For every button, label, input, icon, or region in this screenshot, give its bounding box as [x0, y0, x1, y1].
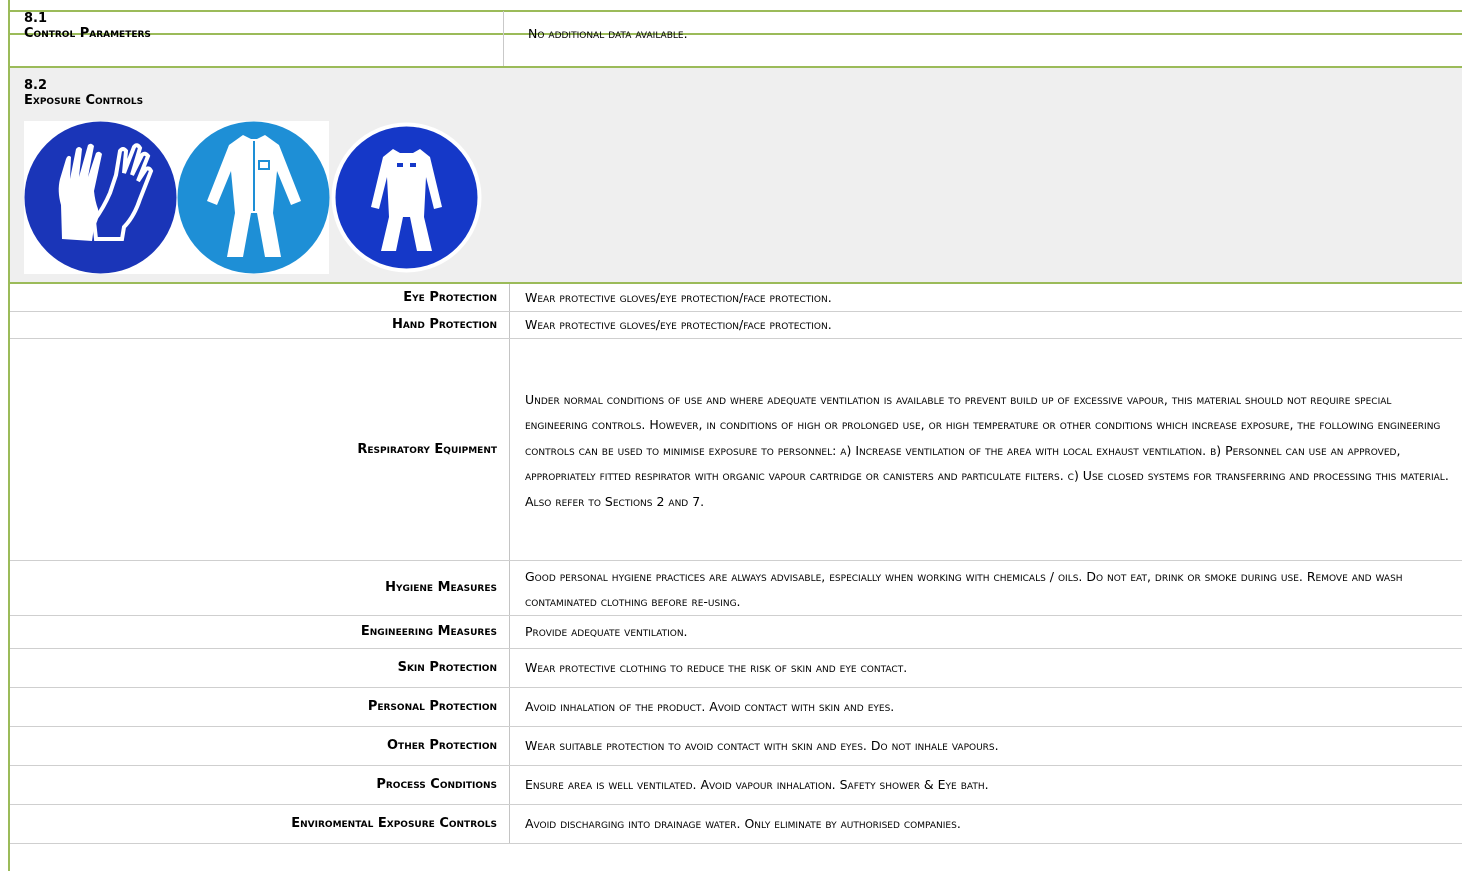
row-value: Avoid inhalation of the product. Avoid c…: [509, 687, 1462, 727]
table-row: Skin Protection Wear protective clothing…: [10, 648, 1462, 688]
table-row: Process Conditions Ensure area is well v…: [10, 765, 1462, 805]
row-label: Engineering Measures: [10, 615, 510, 649]
ppe-pictograms: [24, 121, 482, 274]
table-row: Other Protection Wear suitable protectio…: [10, 726, 1462, 766]
section-81-value: No additional data available.: [528, 26, 688, 41]
table-row: Hygiene Measures Good personal hygiene p…: [10, 560, 1462, 616]
row-value: Wear protective gloves/eye protection/fa…: [509, 311, 1462, 339]
exposure-controls-table: Eye Protection Wear protective gloves/ey…: [10, 284, 1462, 844]
row-value: Wear suitable protection to avoid contac…: [509, 726, 1462, 766]
section-82-header: 8.2 Exposure Controls: [24, 78, 143, 108]
table-row: Eye Protection Wear protective gloves/ey…: [10, 284, 1462, 312]
section-82-number: 8.2: [24, 78, 48, 93]
row-label: Hand Protection: [10, 311, 510, 339]
section-81-rule: [8, 33, 1462, 35]
row-label: Other Protection: [10, 726, 510, 766]
row-label: Enviromental Exposure Controls: [10, 804, 510, 844]
row-value: Ensure area is well ventilated. Avoid va…: [509, 765, 1462, 805]
table-row: Personal Protection Avoid inhalation of …: [10, 687, 1462, 727]
section-81-number: 8.1: [24, 11, 48, 26]
section-82-panel: 8.2 Exposure Controls: [10, 68, 1462, 282]
row-value: Wear protective gloves/eye protection/fa…: [509, 284, 1462, 312]
row-value: Provide adequate ventilation.: [509, 615, 1462, 649]
row-value: Under normal conditions of use and where…: [509, 338, 1462, 561]
protective-suit-icon: [331, 122, 482, 273]
row-value: Avoid discharging into drainage water. O…: [509, 804, 1462, 844]
row-value: Wear protective clothing to reduce the r…: [509, 648, 1462, 688]
row-label: Respiratory Equipment: [10, 338, 510, 561]
row-label: Process Conditions: [10, 765, 510, 805]
table-row: Enviromental Exposure Controls Avoid dis…: [10, 804, 1462, 844]
row-label: Skin Protection: [10, 648, 510, 688]
row-label: Eye Protection: [10, 284, 510, 312]
section-81-header: 8.1 Control Parameters: [24, 11, 151, 41]
section-81: 8.1 Control Parameters No additional dat…: [10, 11, 1462, 41]
row-label: Personal Protection: [10, 687, 510, 727]
row-value: Good personal hygiene practices are alwa…: [509, 560, 1462, 616]
row-label: Hygiene Measures: [10, 560, 510, 616]
table-row: Engineering Measures Provide adequate ve…: [10, 615, 1462, 649]
table-row: Hand Protection Wear protective gloves/e…: [10, 311, 1462, 339]
coverall-icon: [177, 121, 330, 274]
section-81-title: Control Parameters: [24, 26, 151, 41]
section-82-title: Exposure Controls: [24, 93, 144, 108]
table-row: Respiratory Equipment Under normal condi…: [10, 338, 1462, 561]
gloves-icon: [24, 121, 177, 274]
